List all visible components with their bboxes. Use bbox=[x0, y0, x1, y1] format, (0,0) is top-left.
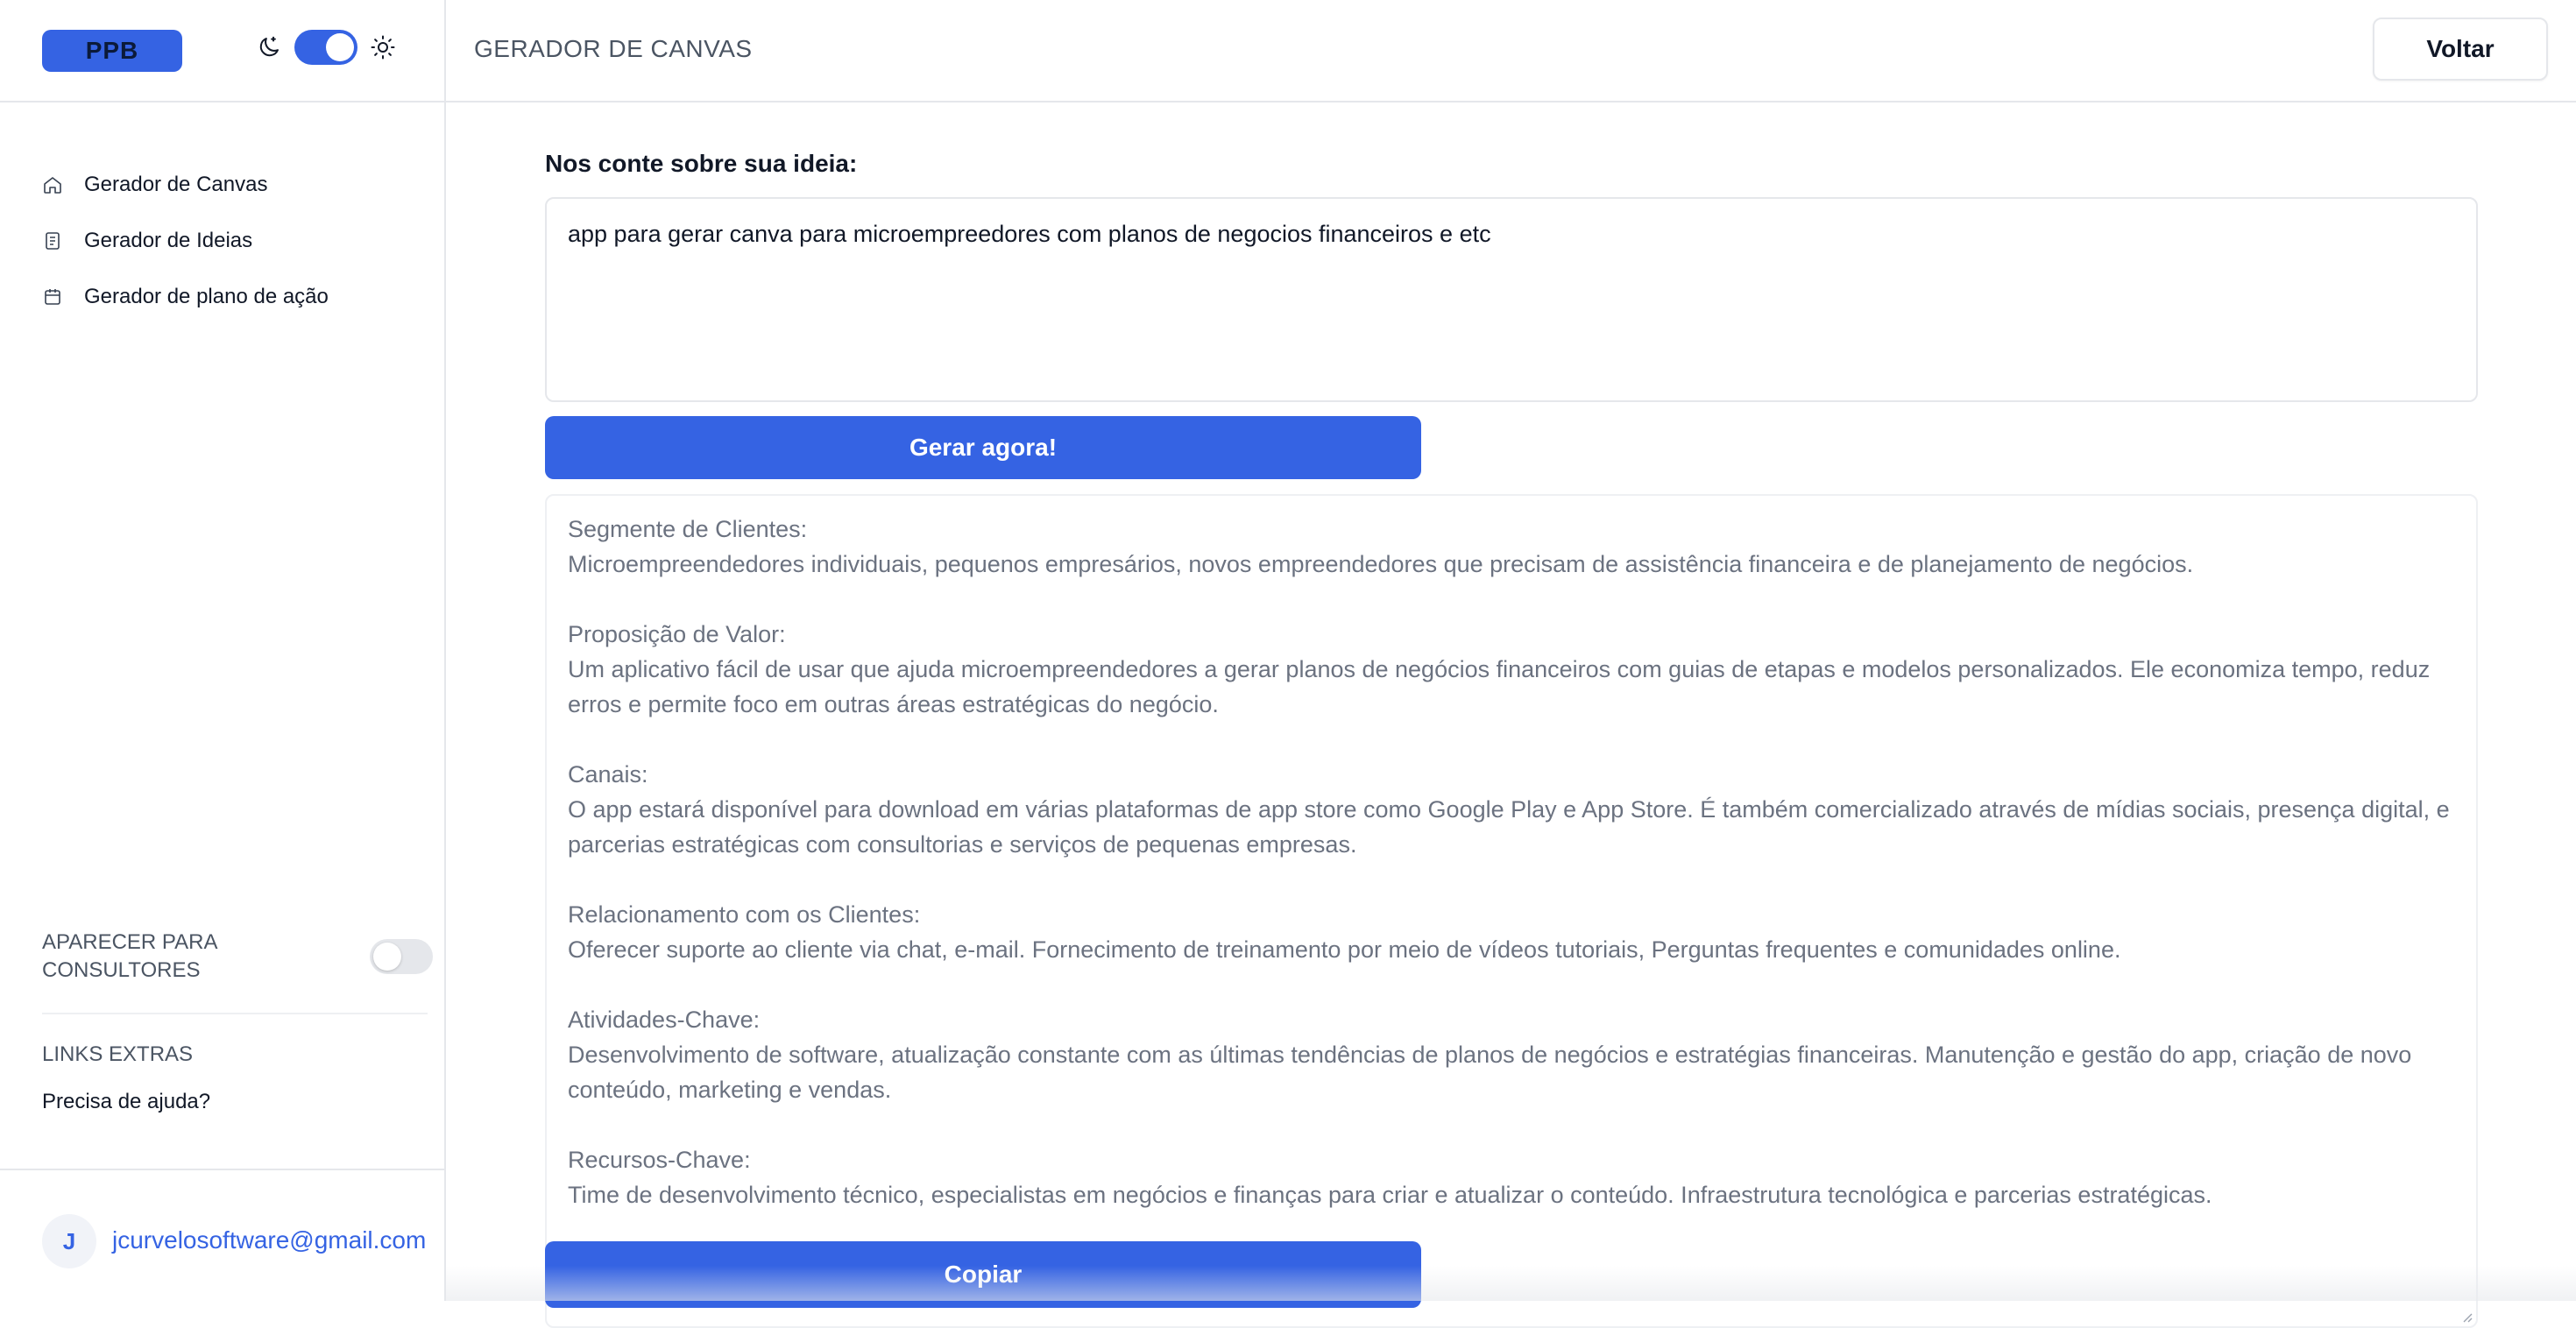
idea-label: Nos conte sobre sua ideia: bbox=[545, 150, 857, 178]
section-heading: Recursos-Chave: bbox=[568, 1142, 2455, 1177]
section-heading: Canais: bbox=[568, 757, 2455, 792]
sidebar: PPB Gerador de bbox=[0, 0, 446, 1301]
bottom-fade bbox=[446, 1266, 2576, 1301]
sun-icon bbox=[370, 34, 396, 60]
resize-grip-icon[interactable] bbox=[2460, 1310, 2473, 1323]
calendar-icon bbox=[42, 286, 63, 307]
result-output[interactable]: Segmente de Clientes: Microempreendedore… bbox=[545, 494, 2478, 1328]
dark-mode-toggle[interactable] bbox=[294, 30, 357, 65]
idea-input[interactable]: app para gerar canva para microempreedor… bbox=[545, 197, 2478, 402]
section-heading: Proposição de Valor: bbox=[568, 617, 2455, 652]
section-body: Microempreendedores individuais, pequeno… bbox=[568, 547, 2455, 582]
home-icon bbox=[42, 174, 63, 195]
moon-icon bbox=[256, 34, 282, 60]
consultants-label: APARECER PARA CONSULTORES bbox=[42, 929, 270, 985]
result-section: Proposição de Valor: Um aplicativo fácil… bbox=[568, 617, 2455, 722]
section-body: Desenvolvimento de software, atualização… bbox=[568, 1037, 2455, 1107]
result-section: Atividades-Chave: Desenvolvimento de sof… bbox=[568, 1002, 2455, 1107]
back-button[interactable]: Voltar bbox=[2373, 18, 2548, 81]
theme-switch bbox=[256, 30, 396, 65]
consultants-setting: APARECER PARA CONSULTORES bbox=[42, 929, 428, 985]
page-title: GERADOR DE CANVAS bbox=[474, 35, 753, 63]
generate-button[interactable]: Gerar agora! bbox=[545, 416, 1421, 479]
result-section: Relacionamento com os Clientes: Oferecer… bbox=[568, 897, 2455, 967]
result-section: Canais: O app estará disponível para dow… bbox=[568, 757, 2455, 862]
avatar: J bbox=[42, 1214, 96, 1268]
sidebar-item-label: Gerador de plano de ação bbox=[84, 285, 329, 309]
main-content: Nos conte sobre sua ideia: app para gera… bbox=[446, 102, 2576, 1301]
section-heading: Segmente de Clientes: bbox=[568, 512, 2455, 547]
section-heading: Atividades-Chave: bbox=[568, 1002, 2455, 1037]
user-email[interactable]: jcurvelosoftware@gmail.com bbox=[112, 1226, 426, 1254]
sidebar-item-gerador-de-ideias[interactable]: Gerador de Ideias bbox=[0, 213, 444, 269]
sidebar-item-label: Gerador de Ideias bbox=[84, 229, 252, 253]
consultants-toggle[interactable] bbox=[370, 939, 433, 974]
section-body: Time de desenvolvimento técnico, especia… bbox=[568, 1177, 2455, 1212]
document-icon bbox=[42, 230, 63, 251]
section-body: Oferecer suporte ao cliente via chat, e-… bbox=[568, 932, 2455, 967]
sidebar-item-gerador-de-plano-de-acao[interactable]: Gerador de plano de ação bbox=[0, 269, 444, 325]
divider bbox=[42, 1013, 428, 1014]
user-profile[interactable]: J jcurvelosoftware@gmail.com bbox=[0, 1169, 444, 1301]
section-body: O app estará disponível para download em… bbox=[568, 792, 2455, 862]
sidebar-nav: Gerador de Canvas Gerador de Ideias Gera… bbox=[0, 102, 444, 325]
extra-links: LINKS EXTRAS Precisa de ajuda? bbox=[42, 1042, 210, 1114]
sidebar-header: PPB bbox=[0, 0, 444, 102]
sidebar-item-gerador-de-canvas[interactable]: Gerador de Canvas bbox=[0, 157, 444, 213]
extra-links-title: LINKS EXTRAS bbox=[42, 1042, 210, 1067]
app-logo[interactable]: PPB bbox=[42, 30, 182, 72]
help-link[interactable]: Precisa de ajuda? bbox=[42, 1090, 210, 1114]
sidebar-item-label: Gerador de Canvas bbox=[84, 173, 267, 197]
section-heading: Relacionamento com os Clientes: bbox=[568, 897, 2455, 932]
top-bar: GERADOR DE CANVAS Voltar bbox=[446, 0, 2576, 102]
result-section: Recursos-Chave: Time de desenvolvimento … bbox=[568, 1142, 2455, 1212]
section-body: Um aplicativo fácil de usar que ajuda mi… bbox=[568, 652, 2455, 722]
result-section: Segmente de Clientes: Microempreendedore… bbox=[568, 512, 2455, 582]
